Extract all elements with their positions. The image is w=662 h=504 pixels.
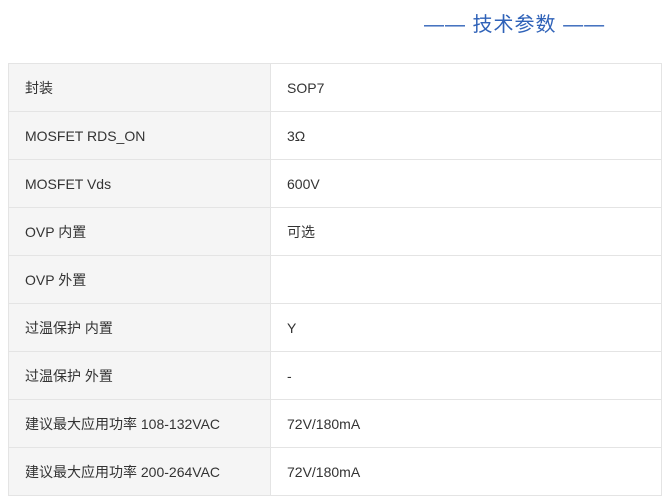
spec-label: 建议最大应用功率 200-264VAC: [8, 447, 271, 496]
spec-label: 过温保护 外置: [8, 351, 271, 400]
spec-value: 3Ω: [270, 111, 662, 160]
spec-label: OVP 外置: [8, 255, 271, 304]
table-row: 建议最大应用功率 200-264VAC 72V/180mA: [8, 447, 662, 496]
spec-value: Y: [270, 303, 662, 352]
spec-value: -: [270, 351, 662, 400]
section-title: —— 技术参数 ——: [424, 14, 606, 36]
table-row: OVP 内置 可选: [8, 207, 662, 256]
spec-label: MOSFET Vds: [8, 159, 271, 208]
spec-value: SOP7: [270, 63, 662, 112]
spec-value: 72V/180mA: [270, 399, 662, 448]
table-row: 封装 SOP7: [8, 63, 662, 112]
table-row: MOSFET RDS_ON 3Ω: [8, 111, 662, 160]
table-row: 建议最大应用功率 108-132VAC 72V/180mA: [8, 399, 662, 448]
spec-label: OVP 内置: [8, 207, 271, 256]
section-header: —— 技术参数 ——: [0, 0, 662, 52]
spec-value: 可选: [270, 207, 662, 256]
table-row: OVP 外置: [8, 255, 662, 304]
spec-value: 600V: [270, 159, 662, 208]
spec-label: 封装: [8, 63, 271, 112]
table-row: 过温保护 外置 -: [8, 351, 662, 400]
spec-table: 封装 SOP7 MOSFET RDS_ON 3Ω MOSFET Vds 600V…: [8, 63, 662, 496]
spec-label: MOSFET RDS_ON: [8, 111, 271, 160]
spec-label: 过温保护 内置: [8, 303, 271, 352]
table-row: MOSFET Vds 600V: [8, 159, 662, 208]
table-row: 过温保护 内置 Y: [8, 303, 662, 352]
spec-value: 72V/180mA: [270, 447, 662, 496]
spec-label: 建议最大应用功率 108-132VAC: [8, 399, 271, 448]
spec-value: [270, 255, 662, 304]
